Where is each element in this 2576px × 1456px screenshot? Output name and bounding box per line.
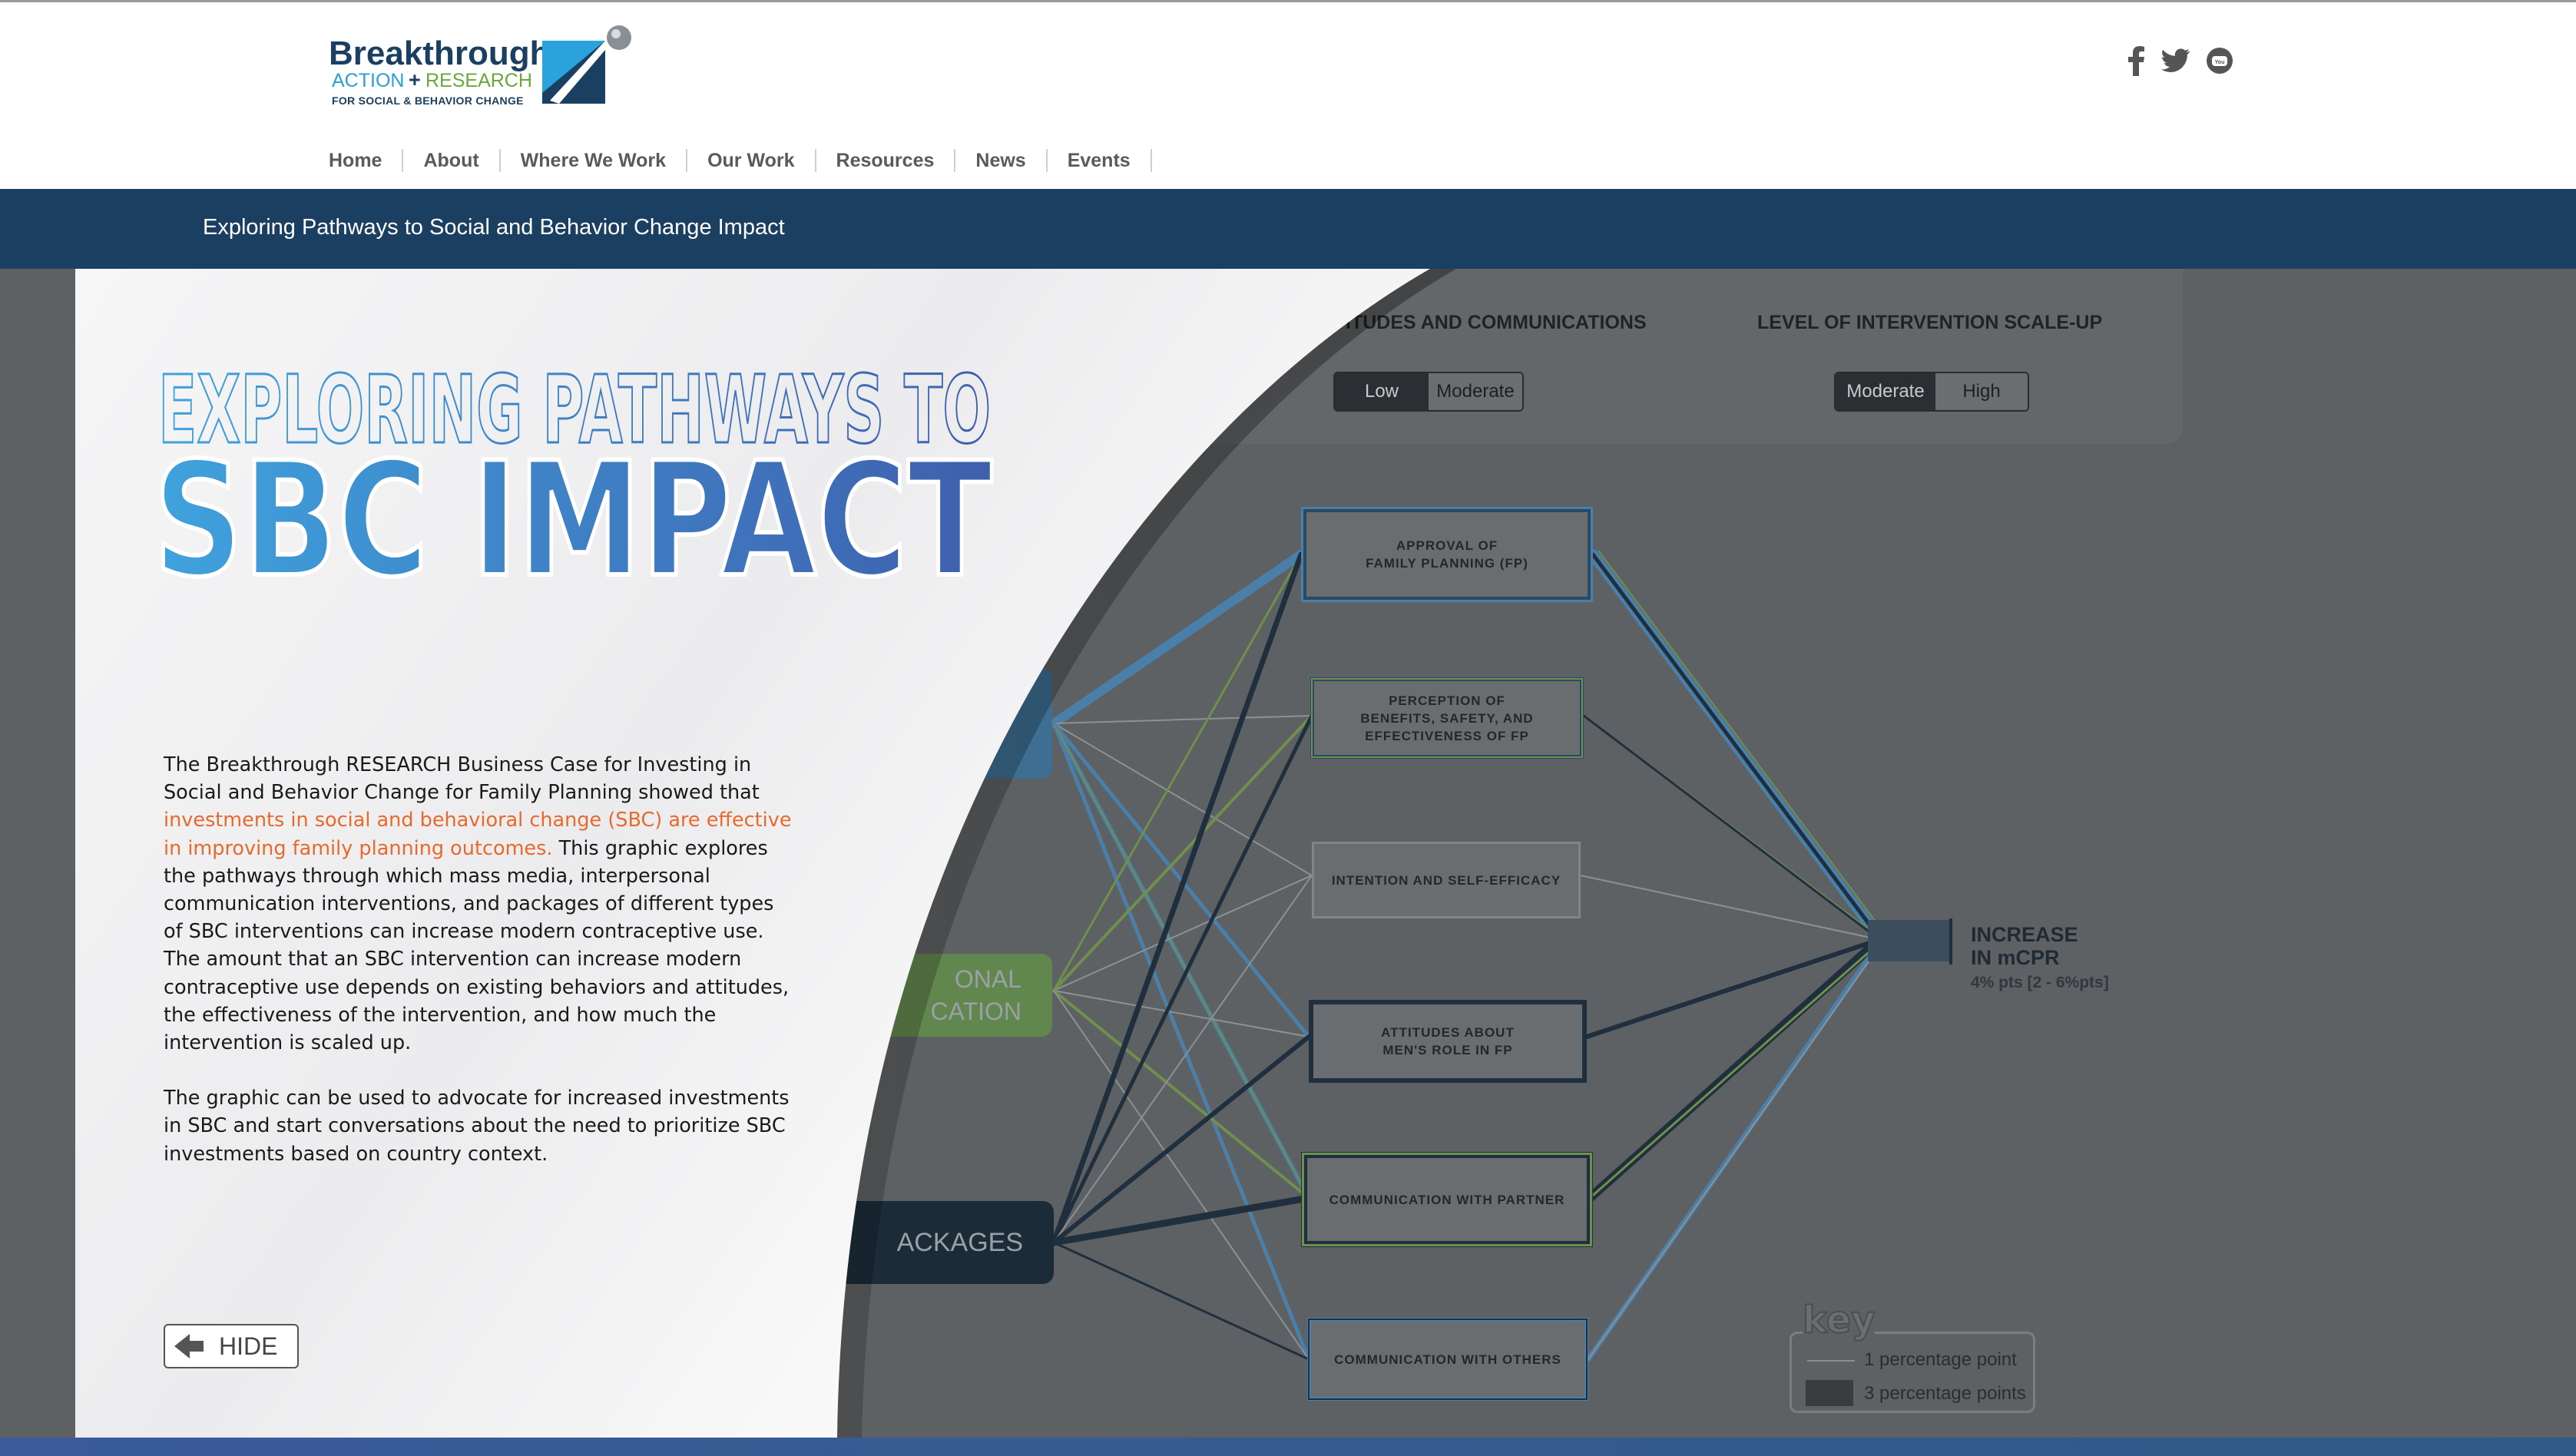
nav-home[interactable]: Home [307, 149, 404, 172]
hide-button[interactable]: HIDE [164, 1324, 299, 1368]
intro-description: The Breakthrough RESEARCH Business Case … [164, 751, 793, 1196]
bottom-bar [0, 1438, 2576, 1456]
social-links: You [2127, 45, 2233, 76]
svg-text:You: You [2215, 60, 2225, 65]
site-logo[interactable]: Breakthrough ACTION + RESEARCH FOR SOCIA… [329, 24, 644, 116]
panel-title-line2: SBC IMPACT [154, 429, 992, 582]
intro-paragraph-2: The graphic can be used to advocate for … [164, 1087, 790, 1166]
logo-mark [542, 25, 631, 104]
facebook-icon[interactable] [2127, 45, 2146, 76]
site-header: Breakthrough ACTION + RESEARCH FOR SOCIA… [0, 2, 2576, 189]
nav-where-we-work[interactable]: Where We Work [501, 149, 688, 172]
logo-line2-plus: + [409, 68, 421, 91]
logo-line1: Breakthrough [329, 35, 551, 72]
twitter-icon[interactable] [2161, 48, 2190, 73]
nav-events[interactable]: Events [1048, 149, 1152, 172]
youtube-icon[interactable]: You [2206, 47, 2233, 74]
left-margin [0, 269, 75, 1438]
intro-paragraph-1: The Breakthrough RESEARCH Business Case … [164, 751, 793, 1057]
intro-p1-a: The Breakthrough RESEARCH Business Case … [164, 753, 760, 805]
main-nav: Home About Where We Work Our Work Resour… [307, 145, 1152, 176]
nav-about[interactable]: About [403, 149, 501, 172]
nav-resources[interactable]: Resources [816, 149, 956, 172]
arrow-left-icon [174, 1334, 204, 1358]
page-title: Exploring Pathways to Social and Behavio… [203, 215, 785, 240]
logo-line2-research: RESEARCH [425, 70, 532, 91]
intro-p1-b: This graphic explores the pathways throu… [164, 836, 790, 1055]
panel-title: EXPLORING PATHWAYS TO SBC IMPACT [151, 355, 995, 583]
hide-button-label: HIDE [219, 1332, 278, 1360]
logo-line2-action: ACTION [332, 70, 405, 91]
nav-news[interactable]: News [955, 149, 1048, 172]
logo-line3: FOR SOCIAL & BEHAVIOR CHANGE [332, 94, 524, 107]
nav-our-work[interactable]: Our Work [687, 149, 816, 172]
